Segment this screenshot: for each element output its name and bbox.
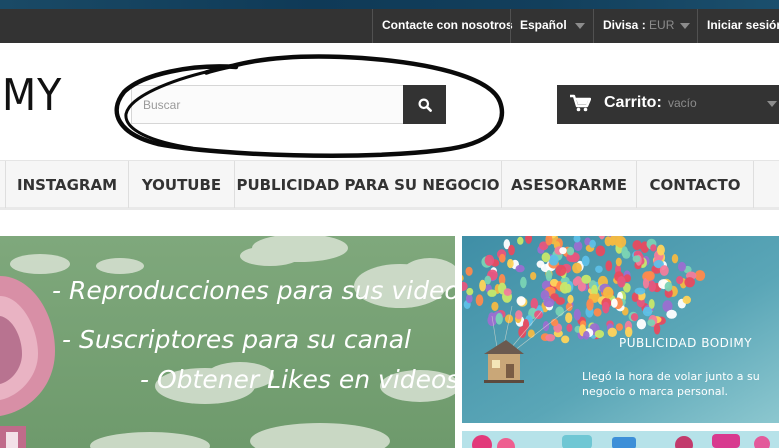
banner-line-2: - Suscriptores para su canal <box>62 325 411 354</box>
menu-item-label: PUBLICIDAD PARA SU NEGOCIO <box>236 176 500 194</box>
site-logo[interactable]: MY <box>2 70 62 121</box>
currency-label: Divisa : <box>603 18 646 32</box>
slider-banner-youtube[interactable]: - Reproducciones para sus videos - Suscr… <box>0 236 455 448</box>
top-banner-strip <box>0 0 779 9</box>
search-input[interactable] <box>131 85 404 124</box>
menu-item-youtube[interactable]: YOUTUBE <box>129 161 235 208</box>
cart-button[interactable]: Carrito: vacío <box>557 85 779 124</box>
main-menu: INSTAGRAM YOUTUBE PUBLICIDAD PARA SU NEG… <box>0 160 779 210</box>
cart-icon <box>570 94 591 112</box>
language-label: Español <box>520 18 567 32</box>
menu-item-contacto[interactable]: CONTACTO <box>637 161 754 208</box>
social-icons-image <box>462 431 779 448</box>
page: Contacte con nosotros Español Divisa : E… <box>0 0 779 448</box>
top-bar: Contacte con nosotros Español Divisa : E… <box>0 9 779 43</box>
banner-line-1: - Reproducciones para sus videos <box>52 276 455 305</box>
publicidad-subtitle: Llegó la hora de volar junto a su negoci… <box>582 370 760 398</box>
currency-value: EUR <box>649 18 675 32</box>
login-link[interactable]: Iniciar sesión <box>697 9 779 43</box>
publicidad-title: PUBLICIDAD BODIMY <box>619 336 753 350</box>
caret-down-icon <box>575 23 585 29</box>
search-icon <box>418 98 432 112</box>
login-link-label: Iniciar sesión <box>707 18 779 32</box>
menu-item-label: ASESORARME <box>510 176 628 194</box>
banner-line-3: - Obtener Likes en videos <box>140 365 455 394</box>
publicidad-banner[interactable]: PUBLICIDAD BODIMY Llegó la hora de volar… <box>462 236 779 423</box>
menu-item-label: CONTACTO <box>649 176 741 194</box>
bottom-banner-preview[interactable] <box>462 431 779 448</box>
menu-item-label: YOUTUBE <box>141 176 222 194</box>
search-bar <box>131 85 446 124</box>
caret-down-icon <box>767 101 777 107</box>
search-button[interactable] <box>403 85 446 124</box>
cart-status: vacío <box>668 96 697 110</box>
caret-down-icon <box>680 23 690 29</box>
menu-item-instagram[interactable]: INSTAGRAM <box>5 161 129 208</box>
currency-selector[interactable]: Divisa : EUR <box>593 9 697 43</box>
contact-link-label: Contacte con nosotros <box>382 18 513 32</box>
contact-link[interactable]: Contacte con nosotros <box>372 9 513 43</box>
language-selector[interactable]: Español <box>510 9 593 43</box>
banner-background-image: - Reproducciones para sus videos - Suscr… <box>0 236 455 448</box>
menu-item-label: INSTAGRAM <box>16 176 117 194</box>
cart-label: Carrito: <box>604 94 662 111</box>
menu-item-asesorarme[interactable]: ASESORARME <box>502 161 637 208</box>
menu-item-publicidad[interactable]: PUBLICIDAD PARA SU NEGOCIO <box>235 161 502 208</box>
